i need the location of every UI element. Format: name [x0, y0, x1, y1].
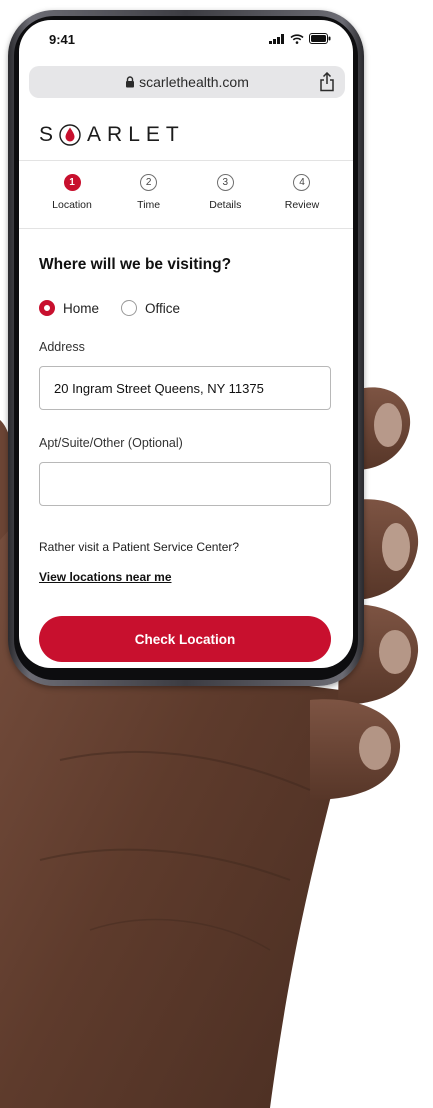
radio-home-button[interactable] — [39, 300, 55, 316]
address-label: Address — [39, 340, 85, 354]
step-details[interactable]: 3 Details — [190, 174, 260, 224]
view-locations-link[interactable]: View locations near me — [39, 570, 172, 584]
share-icon[interactable] — [319, 72, 335, 92]
radio-office[interactable]: Office — [121, 300, 180, 316]
step-number: 3 — [216, 174, 234, 191]
status-time: 9:41 — [49, 32, 76, 47]
step-label: Review — [284, 199, 320, 211]
visit-question: Where will we be visiting? — [39, 256, 232, 273]
header-divider — [19, 160, 353, 161]
stepper-divider — [19, 228, 353, 229]
apt-input[interactable] — [39, 462, 331, 506]
browser-url-bar[interactable]: scarlethealth.com — [29, 66, 345, 98]
battery-icon — [309, 33, 331, 44]
status-icons — [269, 33, 331, 44]
stage: 9:41 scarlethealth.com S ARLET 1 Locatio… — [0, 0, 433, 1108]
address-input[interactable] — [39, 366, 331, 410]
progress-stepper: 1 Location 2 Time 3 Details 4 Review — [37, 174, 337, 224]
signal-icon — [269, 33, 284, 44]
psc-prompt: Rather visit a Patient Service Center? — [39, 540, 240, 554]
radio-office-label: Office — [145, 300, 181, 316]
step-review[interactable]: 4 Review — [267, 174, 337, 224]
step-label: Details — [209, 199, 242, 211]
radio-home[interactable]: Home — [39, 300, 99, 316]
url-text: scarlethealth.com — [139, 74, 249, 90]
apt-label: Apt/Suite/Other (Optional) — [39, 436, 183, 450]
status-bar: 9:41 — [19, 20, 353, 60]
blood-drop-icon — [59, 124, 81, 146]
lock-icon — [126, 76, 135, 88]
step-number: 2 — [140, 174, 158, 191]
step-label: Time — [137, 199, 161, 211]
phone-screen: 9:41 scarlethealth.com S ARLET 1 Locatio… — [19, 20, 353, 668]
step-label: Location — [52, 199, 92, 211]
step-number: 4 — [293, 174, 311, 191]
brand-logo[interactable]: S ARLET — [39, 120, 185, 150]
radio-home-label: Home — [63, 300, 100, 316]
brand-letters-rest: ARLET — [87, 123, 185, 146]
wifi-icon — [290, 33, 304, 44]
location-type-radio-group: Home Office — [39, 300, 180, 316]
step-number: 1 — [63, 174, 81, 191]
brand-letter-s: S — [39, 123, 60, 146]
radio-office-button[interactable] — [121, 300, 138, 316]
step-location[interactable]: 1 Location — [37, 174, 107, 224]
step-time[interactable]: 2 Time — [114, 174, 184, 224]
check-location-button[interactable]: Check Location — [39, 616, 331, 662]
